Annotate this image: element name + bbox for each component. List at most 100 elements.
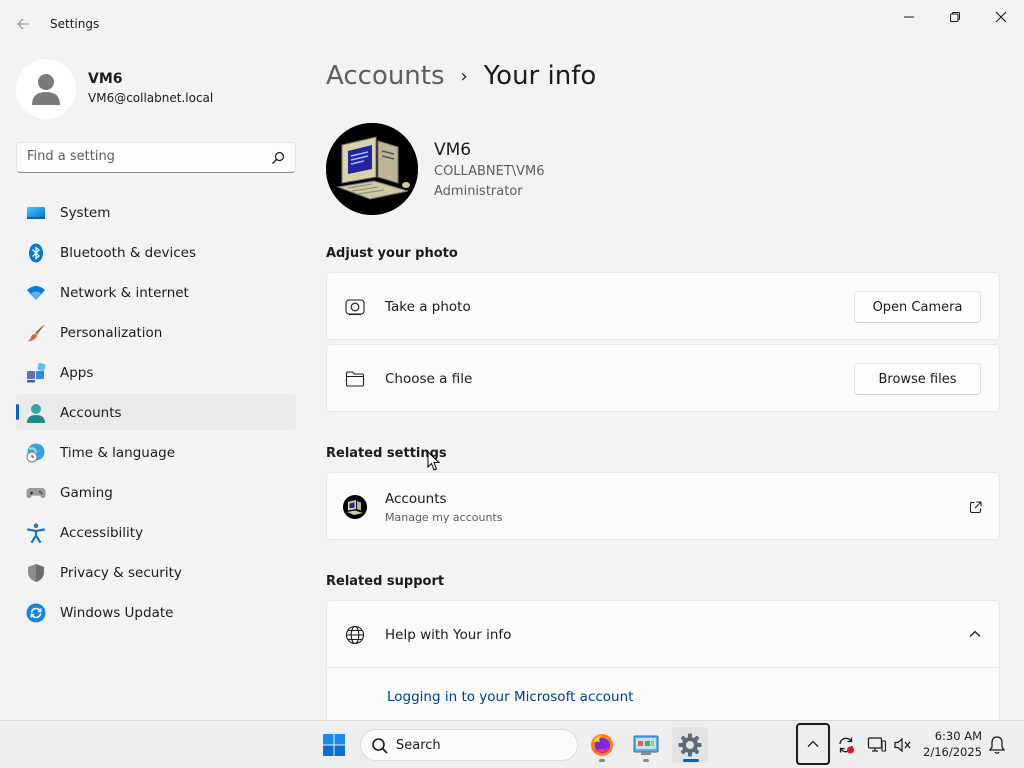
help-card-header[interactable]: Help with Your info: [327, 601, 999, 668]
taskbar-search-label: Search: [396, 738, 441, 753]
shield-icon: [28, 564, 44, 582]
taskbar-app-firefox[interactable]: [584, 727, 620, 763]
sidebar-item-system[interactable]: System: [16, 194, 296, 230]
sidebar-item-label: Bluetooth & devices: [60, 245, 197, 261]
taskbar-search[interactable]: Search: [360, 729, 578, 761]
accessibility-icon: [26, 523, 46, 543]
wifi-icon: [27, 286, 45, 300]
restore-button[interactable]: [932, 4, 978, 30]
section-title-adjust-photo: Adjust your photo: [326, 246, 458, 261]
arrow-left-icon: [17, 18, 29, 30]
avatar: [16, 59, 76, 119]
profile-name: VM6: [88, 71, 123, 87]
accounts-avatar-icon: [343, 495, 367, 519]
sidebar-nav: System Bluetooth & devices Network & int…: [16, 194, 296, 634]
volume-muted-icon[interactable]: [893, 735, 913, 755]
taskbar-app-settings[interactable]: [672, 727, 708, 763]
minimize-button[interactable]: [886, 4, 932, 30]
search-input[interactable]: [27, 149, 257, 164]
sidebar-item-label: Network & internet: [60, 285, 189, 301]
chevron-up-icon[interactable]: [969, 629, 981, 639]
running-indicator: [643, 759, 649, 762]
take-photo-label: Take a photo: [385, 299, 471, 315]
gear-icon: [678, 733, 702, 757]
sidebar-item-label: Accessibility: [60, 525, 144, 541]
sidebar-item-label: Windows Update: [60, 605, 174, 621]
help-card: Help with Your info Logging in to your M…: [326, 600, 1000, 730]
globe-clock-icon: [26, 443, 45, 463]
accounts-link-sublabel: Manage my accounts: [385, 511, 503, 524]
title-bar: Settings: [0, 0, 1024, 48]
sidebar-item-windows-update[interactable]: Windows Update: [16, 594, 296, 630]
taskbar-app-control-panel[interactable]: [628, 727, 664, 763]
sidebar-item-network[interactable]: Network & internet: [16, 274, 296, 310]
sidebar-item-privacy-security[interactable]: Privacy & security: [16, 554, 296, 590]
section-title-related-support: Related support: [326, 574, 445, 589]
paintbrush-icon: [28, 325, 44, 342]
running-indicator: [683, 759, 699, 762]
folder-icon: [345, 371, 365, 387]
sidebar-item-label: Gaming: [60, 485, 113, 501]
person-icon: [27, 404, 45, 423]
bluetooth-icon: [29, 243, 43, 263]
sidebar-item-apps[interactable]: Apps: [16, 354, 296, 390]
settings-search[interactable]: [16, 142, 296, 173]
microsoft-account-login-link[interactable]: Logging in to your Microsoft account: [387, 689, 633, 705]
monitor-icon: [27, 207, 45, 219]
windows-start-icon[interactable]: [322, 733, 346, 757]
firefox-icon: [591, 734, 613, 756]
search-icon[interactable]: [271, 151, 285, 165]
sidebar-profile[interactable]: VM6 VM6@collabnet.local: [16, 57, 300, 119]
network-monitor-icon[interactable]: [867, 735, 887, 755]
window-title: Settings: [50, 17, 100, 31]
breadcrumb-parent[interactable]: Accounts: [326, 61, 445, 91]
accounts-link-card[interactable]: Accounts Manage my accounts: [326, 472, 1000, 540]
sidebar-item-label: System: [60, 205, 111, 221]
profile-email: VM6@collabnet.local: [88, 91, 214, 105]
take-photo-card: Take a photo Open Camera: [326, 272, 1000, 340]
camera-icon: [345, 299, 365, 316]
sidebar-item-personalization[interactable]: Personalization: [16, 314, 296, 350]
sidebar-item-bluetooth[interactable]: Bluetooth & devices: [16, 234, 296, 270]
restore-icon: [950, 12, 960, 22]
running-indicator: [599, 759, 605, 762]
taskbar-time[interactable]: 6:30 AM: [926, 729, 982, 743]
open-camera-button[interactable]: Open Camera: [854, 291, 981, 323]
close-icon: [995, 11, 1007, 23]
choose-file-card: Choose a file Browse files: [326, 344, 1000, 412]
sync-alert-icon[interactable]: [836, 735, 856, 755]
back-button[interactable]: [12, 13, 36, 35]
sidebar-item-gaming[interactable]: Gaming: [16, 474, 296, 510]
user-role: Administrator: [434, 184, 523, 199]
gamepad-icon: [26, 488, 46, 499]
show-hidden-icons-button[interactable]: [796, 723, 830, 765]
sidebar-item-label: Personalization: [60, 325, 163, 341]
computer-avatar-icon: [326, 123, 418, 215]
sidebar-item-time-language[interactable]: Time & language: [16, 434, 296, 470]
notification-bell-icon[interactable]: [988, 735, 1006, 755]
breadcrumb: Accounts › Your info: [326, 58, 596, 94]
user-domain: COLLABNET\VM6: [434, 164, 545, 179]
sidebar-item-label: Privacy & security: [60, 565, 182, 581]
page-title: Your info: [483, 61, 597, 91]
taskbar-date[interactable]: 2/16/2025: [920, 745, 982, 759]
external-link-icon: [970, 501, 982, 513]
taskbar: Search 6:30 AM 2/16/2025: [0, 720, 1024, 768]
close-button[interactable]: [978, 4, 1024, 30]
user-avatar: [326, 123, 418, 215]
sidebar-item-accessibility[interactable]: Accessibility: [16, 514, 296, 550]
help-label: Help with Your info: [385, 627, 512, 643]
accounts-link-label: Accounts: [385, 491, 447, 507]
apps-icon: [27, 363, 46, 383]
sidebar-item-accounts[interactable]: Accounts: [16, 394, 296, 430]
minimize-icon: [904, 16, 914, 18]
sidebar-item-label: Time & language: [60, 445, 176, 461]
globe-icon: [345, 625, 365, 645]
chevron-up-icon: [807, 740, 819, 747]
person-placeholder-icon: [32, 74, 60, 105]
sidebar-item-label: Apps: [60, 365, 94, 381]
sidebar-item-label: Accounts: [60, 405, 122, 421]
user-display-name: VM6: [434, 140, 472, 160]
browse-files-button[interactable]: Browse files: [854, 363, 981, 395]
mouse-cursor-icon: [427, 451, 441, 471]
